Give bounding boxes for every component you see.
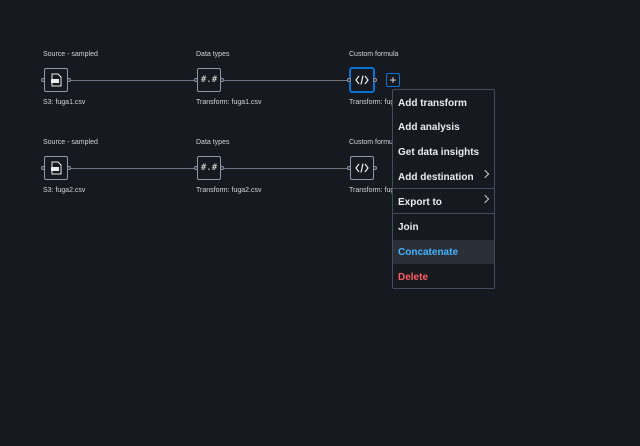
menu-item-label: Join	[398, 221, 419, 233]
datatypes-node-title: Data types	[196, 139, 230, 146]
datatypes-icon: #.#	[200, 75, 218, 85]
menu-item-label: Concatenate	[398, 246, 459, 258]
menu-item-delete[interactable]: Delete	[393, 265, 494, 289]
flow-edge	[70, 168, 195, 169]
menu-item-add-transform[interactable]: Add transform	[393, 91, 494, 115]
source-node-subtitle: S3: fuga1.csv	[43, 99, 86, 106]
output-port[interactable]	[67, 166, 71, 170]
flow-edge	[70, 80, 195, 81]
flow-edge	[224, 168, 348, 169]
menu-item-concatenate[interactable]: Concatenate	[393, 240, 494, 264]
code-icon	[355, 75, 369, 85]
file-icon	[51, 161, 62, 175]
chevron-right-icon	[480, 169, 490, 179]
flow-edge	[224, 80, 348, 81]
input-port[interactable]	[194, 166, 198, 170]
source-node-title: Source - sampled	[43, 139, 98, 146]
input-port[interactable]	[194, 78, 198, 82]
menu-item-join[interactable]: Join	[393, 215, 494, 239]
output-port[interactable]	[67, 78, 71, 82]
custom-formula-node[interactable]	[350, 68, 374, 92]
custom-formula-node-title: Custom formula	[349, 139, 399, 146]
menu-item-label: Delete	[398, 271, 429, 283]
output-port[interactable]	[373, 78, 377, 82]
custom-formula-node-title: Custom formula	[349, 51, 399, 58]
source-node[interactable]	[44, 156, 68, 180]
custom-formula-node[interactable]	[350, 156, 374, 180]
input-port[interactable]	[347, 166, 351, 170]
datatypes-node-subtitle: Transform: fuga2.csv	[196, 187, 262, 194]
menu-divider	[393, 188, 494, 189]
menu-item-label: Get data insights	[398, 146, 480, 158]
input-port[interactable]	[347, 78, 351, 82]
menu-item-label: Add transform	[398, 97, 467, 109]
menu-divider	[393, 213, 494, 214]
menu-item-label: Add destination	[398, 171, 474, 183]
datatypes-node-title: Data types	[196, 51, 230, 58]
output-port[interactable]	[373, 166, 377, 170]
menu-item-export-to[interactable]: Export to	[393, 190, 494, 214]
datatypes-node[interactable]: #.#	[197, 156, 221, 180]
file-icon	[51, 73, 62, 87]
context-menu: Add transform Add analysis Get data insi…	[392, 89, 495, 289]
chevron-right-icon	[480, 194, 490, 204]
source-node-title: Source - sampled	[43, 51, 98, 58]
menu-item-add-destination[interactable]: Add destination	[393, 165, 494, 189]
code-icon	[355, 163, 369, 173]
source-node[interactable]	[44, 68, 68, 92]
datatypes-node[interactable]: #.#	[197, 68, 221, 92]
output-port[interactable]	[220, 166, 224, 170]
menu-item-label: Export to	[398, 196, 442, 208]
source-node-subtitle: S3: fuga2.csv	[43, 187, 86, 194]
input-port[interactable]	[41, 78, 45, 82]
add-step-button[interactable]: +	[386, 73, 400, 87]
output-port[interactable]	[220, 78, 224, 82]
input-port[interactable]	[41, 166, 45, 170]
datatypes-node-subtitle: Transform: fuga1.csv	[196, 99, 262, 106]
datatypes-icon: #.#	[200, 163, 218, 173]
menu-item-get-data-insights[interactable]: Get data insights	[393, 140, 494, 164]
menu-item-label: Add analysis	[398, 121, 460, 133]
menu-item-add-analysis[interactable]: Add analysis	[393, 115, 494, 139]
